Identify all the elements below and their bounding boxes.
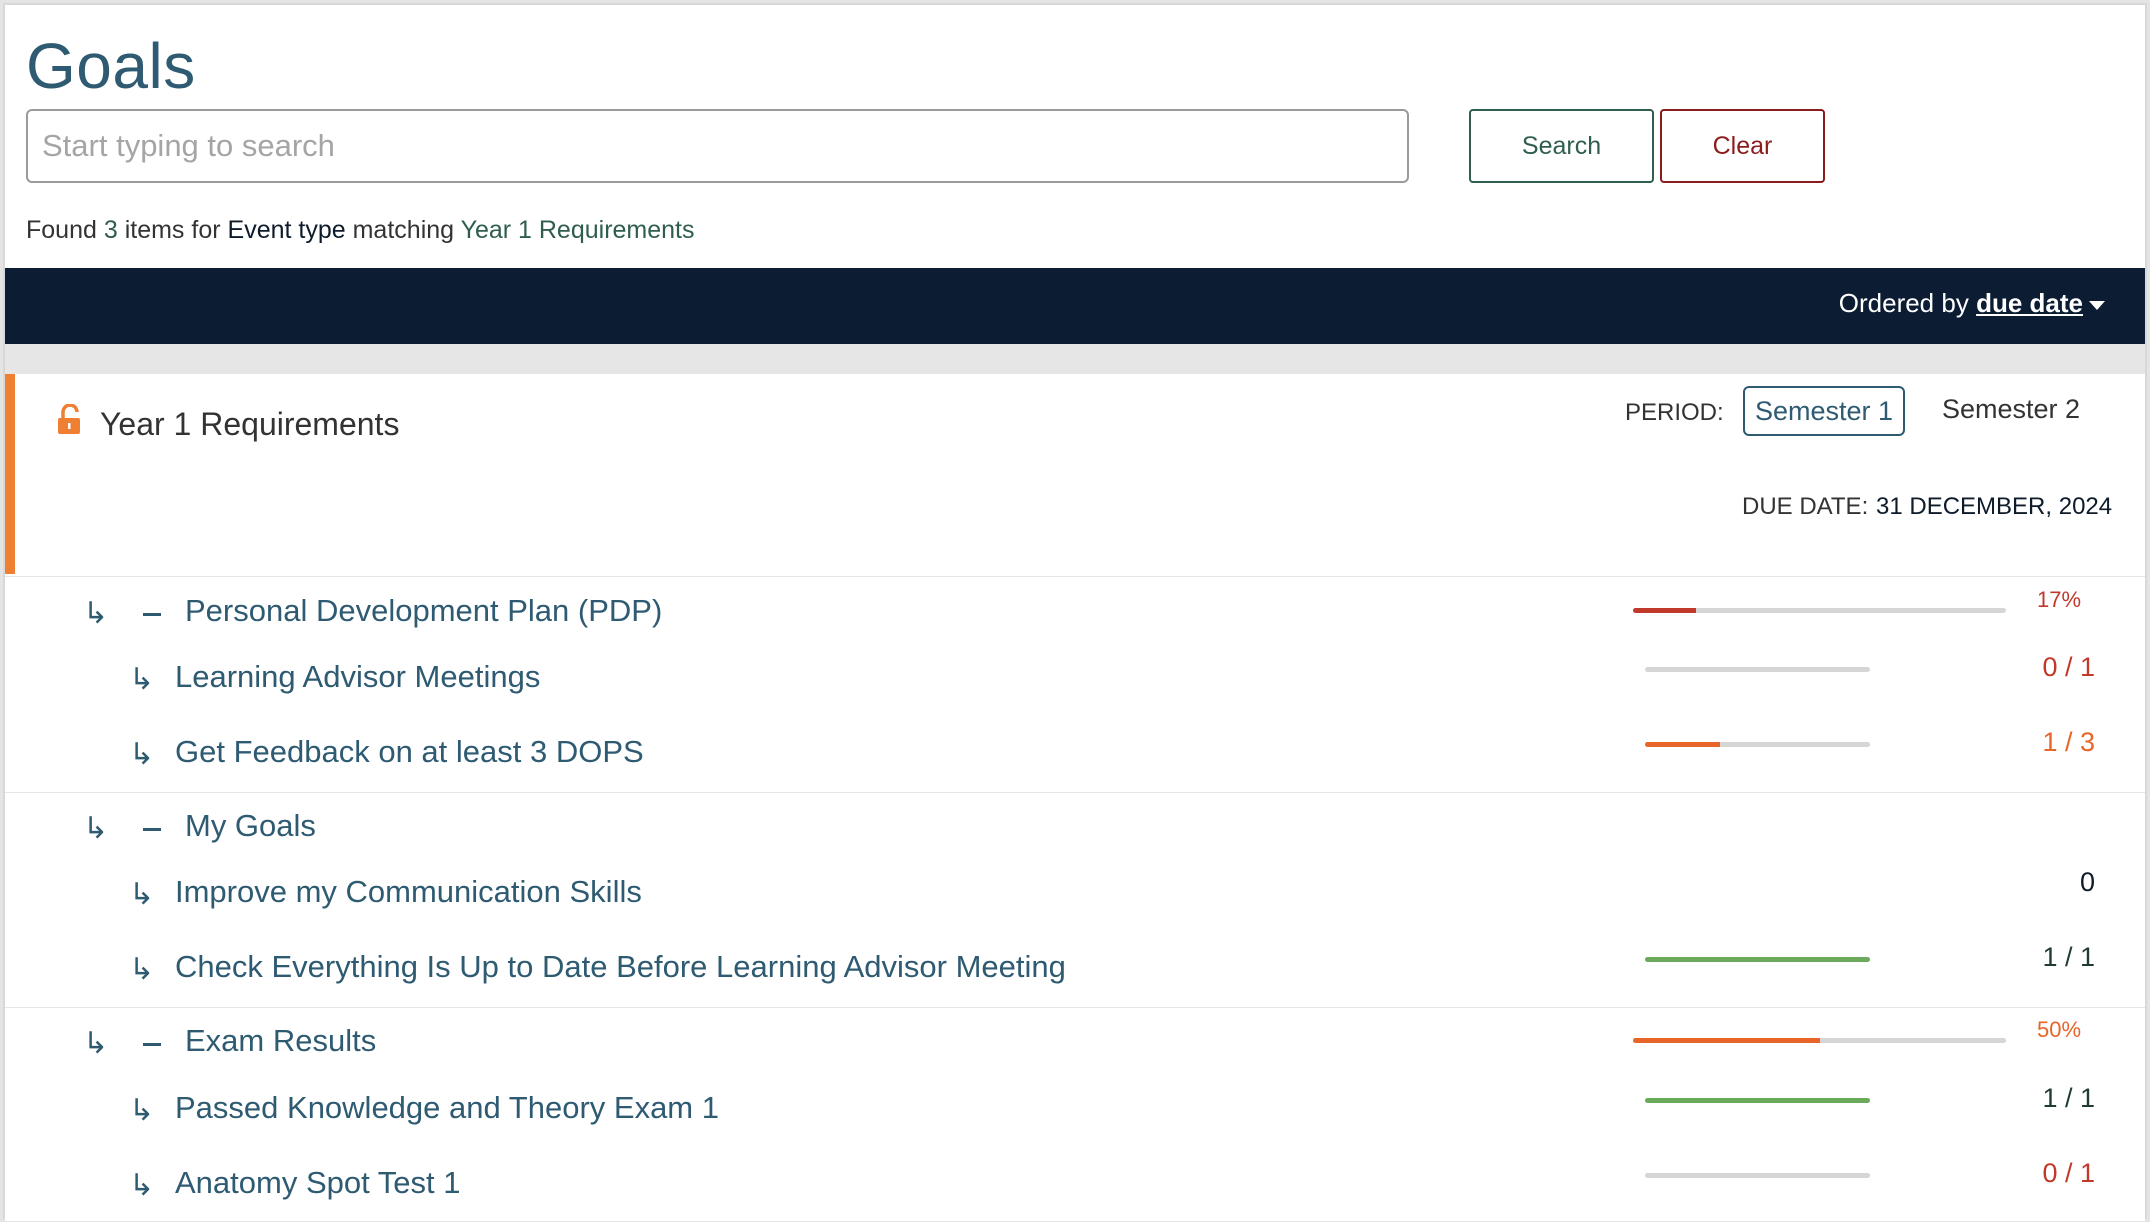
return-arrow-icon: ↳ bbox=[83, 1027, 109, 1060]
result-count: 3 bbox=[103, 216, 118, 244]
sort-control[interactable]: Ordered by due date bbox=[1839, 288, 2105, 319]
item-progress-count: 1 / 1 bbox=[2042, 1083, 2095, 1113]
item-progress-count: 1 / 3 bbox=[2042, 727, 2095, 757]
return-arrow-icon: ↳ bbox=[129, 878, 155, 911]
item-progress-bar bbox=[1645, 1173, 1870, 1178]
goal-item-title[interactable]: Anatomy Spot Test 1 bbox=[175, 1165, 460, 1201]
goals-page: Goals Search Clear Found 3 items for Eve… bbox=[3, 3, 2147, 1221]
goal-item-title[interactable]: Learning Advisor Meetings bbox=[175, 659, 540, 695]
period-tab-semester-1[interactable]: Semester 1 bbox=[1743, 386, 1905, 436]
clear-button[interactable]: Clear bbox=[1660, 109, 1825, 183]
item-progress-count: 0 bbox=[2079, 867, 2095, 897]
divider bbox=[5, 576, 2145, 577]
result-term: Year 1 Requirements bbox=[460, 216, 695, 244]
group-title[interactable]: Personal Development Plan (PDP) bbox=[185, 593, 662, 629]
section-spacer bbox=[5, 344, 2145, 374]
group-progress-bar bbox=[1633, 1038, 2006, 1043]
caret-down-icon[interactable] bbox=[2089, 300, 2105, 310]
item-progress-count: 1 / 1 bbox=[2042, 942, 2095, 972]
group-title[interactable]: My Goals bbox=[185, 808, 316, 844]
requirements-section: Year 1 Requirements PERIOD: Semester 1 S… bbox=[5, 374, 2145, 1221]
goal-item-title[interactable]: Get Feedback on at least 3 DOPS bbox=[175, 734, 644, 770]
divider bbox=[5, 1007, 2145, 1008]
group-title[interactable]: Exam Results bbox=[185, 1023, 376, 1059]
search-input[interactable] bbox=[26, 109, 1409, 183]
result-field: Event type bbox=[227, 216, 346, 244]
return-arrow-icon: ↳ bbox=[129, 1169, 155, 1202]
return-arrow-icon: ↳ bbox=[83, 597, 109, 630]
sort-label: Ordered by bbox=[1838, 288, 1969, 318]
progress-fill bbox=[1633, 1038, 1820, 1043]
unlocked-padlock-icon bbox=[58, 404, 80, 434]
item-progress-bar bbox=[1645, 742, 1870, 747]
group-progress-bar bbox=[1633, 608, 2006, 613]
progress-fill bbox=[1645, 1098, 1870, 1103]
collapse-icon[interactable] bbox=[143, 1043, 161, 1046]
collapse-icon[interactable] bbox=[143, 828, 161, 831]
return-arrow-icon: ↳ bbox=[129, 953, 155, 986]
progress-fill bbox=[1633, 608, 1697, 613]
item-progress-bar bbox=[1645, 1098, 1870, 1103]
item-progress-bar bbox=[1645, 957, 1870, 962]
goal-item-title[interactable]: Improve my Communication Skills bbox=[175, 874, 642, 910]
due-date-value: 31 DECEMBER, 2024 bbox=[1876, 493, 2113, 520]
period-label: PERIOD: bbox=[1625, 399, 1724, 426]
search-result-summary: Found 3 items for Event type matching Ye… bbox=[26, 216, 695, 244]
sort-toolbar: Ordered by due date bbox=[5, 268, 2145, 344]
section-accent-bar bbox=[5, 374, 15, 574]
return-arrow-icon: ↳ bbox=[129, 1094, 155, 1127]
section-title: Year 1 Requirements bbox=[100, 406, 400, 442]
period-tab-semester-2[interactable]: Semester 2 bbox=[1942, 386, 2080, 436]
item-progress-count: 0 / 1 bbox=[2042, 652, 2095, 682]
collapse-icon[interactable] bbox=[143, 613, 161, 616]
return-arrow-icon: ↳ bbox=[129, 663, 155, 696]
sort-field-link[interactable]: due date bbox=[1976, 288, 2083, 318]
page-title: Goals bbox=[26, 30, 196, 102]
search-button[interactable]: Search bbox=[1469, 109, 1654, 183]
goal-item-title[interactable]: Passed Knowledge and Theory Exam 1 bbox=[175, 1090, 719, 1126]
group-progress-percent: 50% bbox=[2037, 1017, 2082, 1042]
item-progress-bar bbox=[1645, 667, 1870, 672]
return-arrow-icon: ↳ bbox=[129, 738, 155, 771]
group-progress-percent: 17% bbox=[2037, 587, 2082, 612]
return-arrow-icon: ↳ bbox=[83, 812, 109, 845]
goal-item-title[interactable]: Check Everything Is Up to Date Before Le… bbox=[175, 949, 1066, 985]
progress-fill bbox=[1645, 742, 1720, 747]
progress-fill bbox=[1645, 957, 1870, 962]
due-date-label: DUE DATE: bbox=[1742, 493, 1869, 520]
item-progress-count: 0 / 1 bbox=[2042, 1158, 2095, 1188]
divider bbox=[5, 792, 2145, 793]
